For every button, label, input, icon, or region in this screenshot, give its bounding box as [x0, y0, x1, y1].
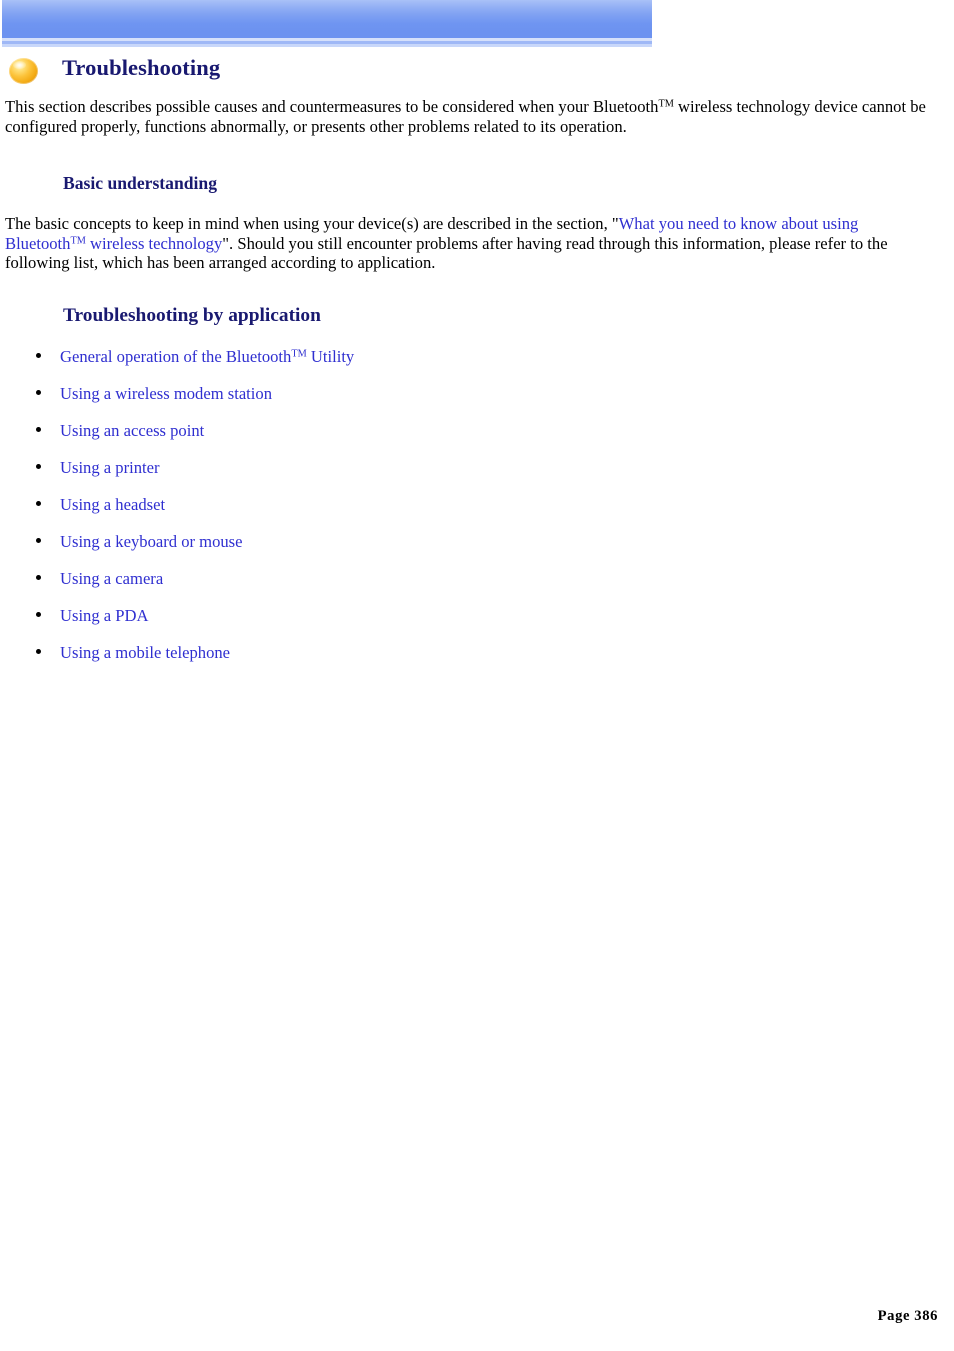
list-item: Using a PDA	[0, 606, 954, 643]
list-item: Using a printer	[0, 458, 954, 495]
link-using-keyboard-or-mouse[interactable]: Using a keyboard or mouse	[60, 532, 243, 551]
link-using-pda[interactable]: Using a PDA	[60, 606, 149, 625]
bullet-dot-icon	[36, 538, 41, 543]
trademark-symbol: TM	[291, 348, 307, 360]
list-item-label: Using a mobile telephone	[60, 643, 231, 662]
list-item: Using a headset	[0, 495, 954, 532]
list-item: Using a camera	[0, 569, 954, 606]
list-item-label-suffix: Utility	[306, 347, 355, 366]
intro-text-part1: This section describes possible causes a…	[5, 97, 659, 116]
bullet-dot-icon	[36, 501, 41, 506]
list-item-label: Using a printer	[60, 458, 160, 477]
page-title: Troubleshooting	[62, 55, 221, 80]
troubleshooting-link-list: General operation of the BluetoothTM Uti…	[0, 347, 954, 680]
basic-text-before-link: The basic concepts to keep in mind when …	[5, 214, 619, 233]
list-item: Using a keyboard or mouse	[0, 532, 954, 569]
list-item-label: Using a keyboard or mouse	[60, 532, 243, 551]
bullet-dot-icon	[36, 464, 41, 469]
list-item-label: Using a headset	[60, 495, 166, 514]
gold-sphere-icon	[9, 58, 38, 84]
banner-stripe-pale	[2, 44, 652, 47]
trademark-symbol: TM	[658, 98, 674, 110]
link-using-mobile-telephone[interactable]: Using a mobile telephone	[60, 643, 230, 662]
bullet-dot-icon	[36, 612, 41, 617]
page-title-row: Troubleshooting	[0, 55, 954, 89]
list-item-label: Using a camera	[60, 569, 164, 588]
list-item: General operation of the BluetoothTM Uti…	[0, 347, 954, 384]
link-using-access-point[interactable]: Using an access point	[60, 421, 204, 440]
bullet-dot-icon	[36, 353, 41, 358]
link-label-part2: wireless technology	[85, 233, 223, 253]
bullet-dot-icon	[36, 575, 41, 580]
link-using-printer[interactable]: Using a printer	[60, 458, 160, 477]
page-number-footer: Page 386	[877, 1308, 938, 1324]
banner-gradient-bar	[2, 0, 652, 38]
trademark-symbol: TM	[70, 235, 86, 247]
list-item-label: Using a PDA	[60, 606, 149, 625]
link-general-operation-bluetooth-utility[interactable]: General operation of the BluetoothTM Uti…	[60, 347, 354, 366]
list-item: Using a mobile telephone	[0, 643, 954, 680]
bullet-dot-icon	[36, 427, 41, 432]
link-using-camera[interactable]: Using a camera	[60, 569, 163, 588]
top-decorative-banner	[0, 0, 652, 47]
bullet-dot-icon	[36, 390, 41, 395]
list-item: Using a wireless modem station	[0, 384, 954, 421]
bullet-dot-icon	[36, 649, 41, 654]
basic-understanding-paragraph: The basic concepts to keep in mind when …	[5, 214, 935, 273]
link-using-wireless-modem-station[interactable]: Using a wireless modem station	[60, 384, 272, 403]
link-using-headset[interactable]: Using a headset	[60, 495, 165, 514]
section-heading-basic-understanding: Basic understanding	[63, 173, 217, 193]
list-item-label: General operation of the Bluetooth	[60, 347, 292, 366]
list-item-label: Using an access point	[60, 421, 205, 440]
list-item-label: Using a wireless modem station	[60, 384, 272, 403]
section-heading-troubleshooting-by-application: Troubleshooting by application	[63, 305, 321, 326]
list-item: Using an access point	[0, 421, 954, 458]
intro-paragraph: This section describes possible causes a…	[5, 97, 935, 136]
